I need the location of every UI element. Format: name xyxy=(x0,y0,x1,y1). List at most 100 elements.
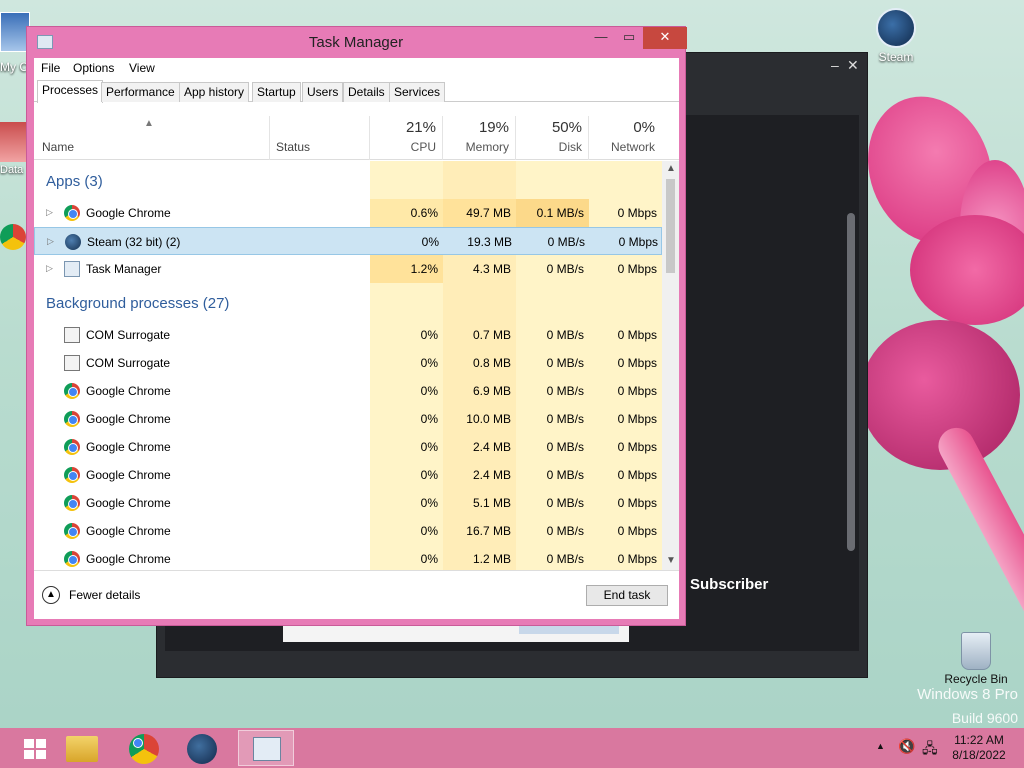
taskbar-file-explorer[interactable] xyxy=(54,730,110,766)
chrome-icon xyxy=(64,467,80,483)
process-row[interactable]: Google Chrome 0% 5.1 MB 0 MB/s 0 Mbps xyxy=(34,489,662,517)
tab-app-history[interactable]: App history xyxy=(179,82,250,102)
process-row[interactable]: Google Chrome 0% 16.7 MB 0 MB/s 0 Mbps xyxy=(34,517,662,545)
scroll-down-icon[interactable]: ▼ xyxy=(666,555,676,566)
process-network: 0 Mbps xyxy=(617,524,657,538)
com-surrogate-icon xyxy=(64,355,80,371)
maximize-button[interactable]: ▭ xyxy=(615,27,643,49)
tab-processes[interactable]: Processes xyxy=(37,80,104,103)
process-name: COM Surrogate xyxy=(86,328,171,342)
process-network: 0 Mbps xyxy=(617,206,657,220)
process-row[interactable]: ▷ Task Manager 1.2% 4.3 MB 0 MB/s 0 Mbps xyxy=(34,255,662,283)
steam-minimize-button[interactable]: – xyxy=(831,57,839,73)
volume-muted-icon[interactable]: 🔇 xyxy=(898,738,915,755)
process-row[interactable]: Google Chrome 0% 10.0 MB 0 MB/s 0 Mbps xyxy=(34,405,662,433)
chrome-icon xyxy=(129,734,159,764)
process-disk: 0 MB/s xyxy=(546,496,584,510)
process-cpu: 0% xyxy=(420,496,438,510)
process-row[interactable]: Google Chrome 0% 2.4 MB 0 MB/s 0 Mbps xyxy=(34,461,662,489)
sort-arrow-icon: ▲ xyxy=(144,118,154,129)
process-name: Google Chrome xyxy=(86,496,171,510)
collapse-chevron-icon[interactable]: ▲ xyxy=(42,586,60,604)
steam-desktop-label: Steam xyxy=(878,50,914,64)
taskbar-task-manager[interactable] xyxy=(238,730,294,766)
column-name[interactable]: Name xyxy=(42,140,74,154)
column-disk[interactable]: 50% Disk xyxy=(516,116,588,160)
fewer-details-link[interactable]: Fewer details xyxy=(69,588,140,602)
process-name: Steam (32 bit) (2) xyxy=(87,235,181,249)
steam-subscriber-text: Subscriber xyxy=(690,576,769,593)
system-clock[interactable]: 11:22 AM 8/18/2022 xyxy=(946,733,1012,763)
start-icon xyxy=(24,739,46,759)
expand-chevron-icon[interactable]: ▷ xyxy=(46,263,53,274)
title-bar[interactable]: Task Manager — ▭ ✕ xyxy=(27,27,687,57)
minimize-button[interactable]: — xyxy=(587,27,615,49)
wallpaper-petal xyxy=(910,215,1024,325)
close-button[interactable]: ✕ xyxy=(643,27,687,49)
column-cpu[interactable]: 21% CPU xyxy=(370,116,442,160)
os-watermark-edition: Windows 8 Pro xyxy=(917,686,1018,703)
tab-performance[interactable]: Performance xyxy=(101,82,180,102)
end-task-button[interactable]: End task xyxy=(586,585,668,606)
taskbar: ▲ 🔇 🖧 11:22 AM 8/18/2022 xyxy=(0,728,1024,768)
column-status[interactable]: Status xyxy=(276,140,310,154)
process-network: 0 Mbps xyxy=(617,412,657,426)
process-cpu: 0% xyxy=(420,468,438,482)
chrome-icon xyxy=(64,523,80,539)
process-cpu: 0% xyxy=(420,328,438,342)
steam-desktop-shortcut[interactable]: Steam xyxy=(868,8,924,64)
process-list-scrollbar[interactable]: ▲ ▼ xyxy=(662,161,679,571)
process-cpu: 0% xyxy=(420,384,438,398)
taskbar-chrome[interactable] xyxy=(116,730,172,766)
process-memory: 49.7 MB xyxy=(466,206,511,220)
chrome-icon xyxy=(64,495,80,511)
steam-icon xyxy=(187,734,217,764)
process-disk: 0 MB/s xyxy=(546,440,584,454)
expand-chevron-icon[interactable]: ▷ xyxy=(46,207,53,218)
taskbar-steam[interactable] xyxy=(174,730,230,766)
group-header-background[interactable]: Background processes (27) xyxy=(46,295,229,312)
scrollbar-thumb[interactable] xyxy=(666,179,675,273)
process-name: Google Chrome xyxy=(86,440,171,454)
recycle-bin-shortcut[interactable]: Recycle Bin xyxy=(944,632,1008,686)
process-memory: 4.3 MB xyxy=(472,262,511,276)
process-row[interactable]: Google Chrome 0% 2.4 MB 0 MB/s 0 Mbps xyxy=(34,433,662,461)
process-row[interactable]: Google Chrome 0% 1.2 MB 0 MB/s 0 Mbps xyxy=(34,545,662,571)
network-icon[interactable]: 🖧 xyxy=(922,738,938,762)
tab-strip: Processes Performance App history Startu… xyxy=(34,80,679,103)
expand-chevron-icon[interactable]: ▷ xyxy=(47,236,54,247)
chrome-icon xyxy=(64,383,80,399)
scroll-up-icon[interactable]: ▲ xyxy=(666,163,676,174)
column-network[interactable]: 0% Network xyxy=(589,116,661,160)
steam-icon xyxy=(876,8,916,48)
process-cpu: 0% xyxy=(421,235,439,249)
steam-close-button[interactable]: ✕ xyxy=(847,57,859,74)
tab-startup[interactable]: Startup xyxy=(252,82,301,102)
task-manager-window[interactable]: Task Manager — ▭ ✕ File Options View Pro… xyxy=(26,26,687,626)
menu-options[interactable]: Options xyxy=(73,61,114,75)
chrome-icon xyxy=(64,551,80,567)
chrome-desktop-icon[interactable] xyxy=(0,224,26,250)
chrome-icon xyxy=(64,205,80,221)
process-network: 0 Mbps xyxy=(617,496,657,510)
show-hidden-icons-button[interactable]: ▲ xyxy=(876,741,885,751)
column-memory[interactable]: 19% Memory xyxy=(443,116,515,160)
steam-scrollbar[interactable] xyxy=(847,213,855,551)
clock-date: 8/18/2022 xyxy=(952,748,1006,762)
tab-details[interactable]: Details xyxy=(343,82,390,102)
process-row[interactable]: COM Surrogate 0% 0.7 MB 0 MB/s 0 Mbps xyxy=(34,321,662,349)
process-list[interactable]: Apps (3) ▷ Google Chrome 0.6% 49.7 MB 0.… xyxy=(34,161,662,571)
task-manager-icon xyxy=(253,737,281,761)
menu-file[interactable]: File xyxy=(41,61,60,75)
process-row[interactable]: ▷ Google Chrome 0.6% 49.7 MB 0.1 MB/s 0 … xyxy=(34,199,662,227)
process-memory: 2.4 MB xyxy=(472,468,511,482)
menu-view[interactable]: View xyxy=(129,61,155,75)
process-memory: 6.9 MB xyxy=(472,384,511,398)
process-row[interactable]: COM Surrogate 0% 0.8 MB 0 MB/s 0 Mbps xyxy=(34,349,662,377)
process-memory: 2.4 MB xyxy=(472,440,511,454)
tab-services[interactable]: Services xyxy=(389,82,446,102)
process-row[interactable]: Google Chrome 0% 6.9 MB 0 MB/s 0 Mbps xyxy=(34,377,662,405)
tab-users[interactable]: Users xyxy=(302,82,344,102)
process-row-selected[interactable]: ▷ Steam (32 bit) (2) 0% 19.3 MB 0 MB/s 0… xyxy=(34,227,662,255)
group-header-apps[interactable]: Apps (3) xyxy=(46,173,103,190)
